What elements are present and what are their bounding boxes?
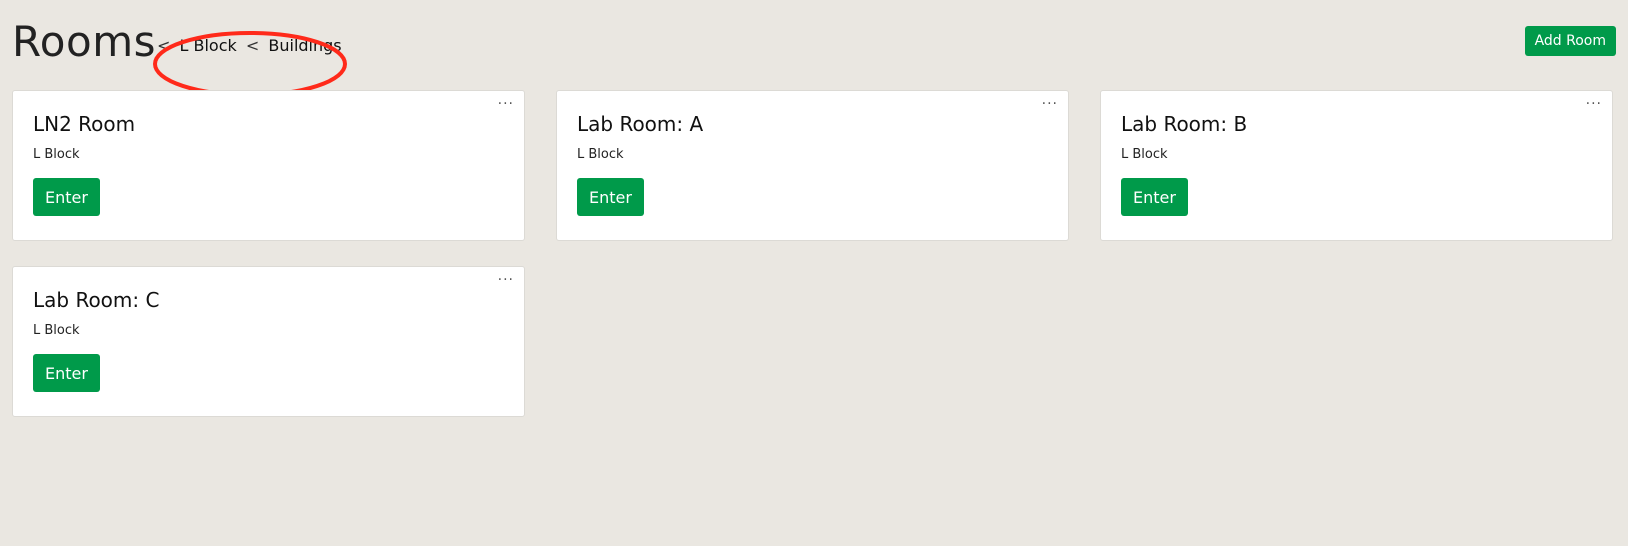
- more-options-icon[interactable]: ···: [498, 273, 514, 287]
- breadcrumb: < L Block < Buildings: [157, 36, 346, 56]
- room-building: L Block: [1121, 147, 1168, 162]
- breadcrumb-separator-icon: <: [157, 36, 171, 55]
- add-room-button[interactable]: Add Room: [1524, 26, 1616, 56]
- room-building: L Block: [577, 147, 624, 162]
- breadcrumb-separator-icon: <: [245, 36, 260, 55]
- room-name: Lab Room: C: [33, 288, 160, 312]
- more-options-icon[interactable]: ···: [498, 97, 514, 111]
- enter-button[interactable]: Enter: [33, 178, 100, 216]
- breadcrumb-link-block[interactable]: L Block: [180, 36, 237, 55]
- room-grid: ··· LN2 Room L Block Enter ··· Lab Room:…: [12, 90, 1616, 417]
- room-card: ··· Lab Room: C L Block Enter: [12, 266, 525, 417]
- more-options-icon[interactable]: ···: [1586, 97, 1602, 111]
- page-header: Rooms < L Block < Buildings Add Room: [12, 14, 1616, 97]
- page-title: Rooms: [12, 17, 156, 66]
- room-building: L Block: [33, 323, 80, 338]
- breadcrumb-link-buildings[interactable]: Buildings: [268, 36, 341, 55]
- room-card: ··· LN2 Room L Block Enter: [12, 90, 525, 241]
- room-name: LN2 Room: [33, 112, 136, 136]
- enter-button[interactable]: Enter: [577, 178, 644, 216]
- room-card: ··· Lab Room: A L Block Enter: [556, 90, 1069, 241]
- enter-button[interactable]: Enter: [1121, 178, 1188, 216]
- room-name: Lab Room: B: [1121, 112, 1248, 136]
- page: Rooms < L Block < Buildings Add Room ···…: [0, 0, 1628, 546]
- room-card: ··· Lab Room: B L Block Enter: [1100, 90, 1613, 241]
- room-building: L Block: [33, 147, 80, 162]
- room-name: Lab Room: A: [577, 112, 704, 136]
- more-options-icon[interactable]: ···: [1042, 97, 1058, 111]
- enter-button[interactable]: Enter: [33, 354, 100, 392]
